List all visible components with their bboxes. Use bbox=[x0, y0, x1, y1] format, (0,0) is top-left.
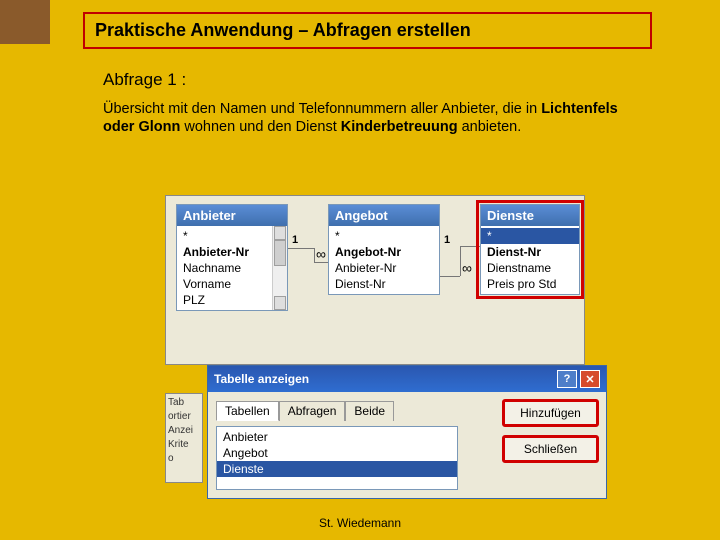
footer-author: St. Wiedemann bbox=[0, 516, 720, 530]
field-item[interactable]: Dienst-Nr bbox=[329, 276, 439, 292]
text-leading: Übersicht mit den Namen und Telefonnumme… bbox=[103, 101, 541, 117]
field-item[interactable]: Dienst-Nr bbox=[481, 244, 579, 260]
table-anbieter-fields: * Anbieter-Nr Nachname Vorname PLZ bbox=[177, 226, 287, 310]
dialog-title: Tabelle anzeigen bbox=[214, 372, 309, 386]
grid-label: Krite bbox=[168, 438, 200, 452]
tab-both[interactable]: Beide bbox=[345, 401, 394, 421]
table-anbieter[interactable]: Anbieter * Anbieter-Nr Nachname Vorname … bbox=[176, 204, 288, 311]
field-item[interactable]: * bbox=[481, 228, 579, 244]
join-line bbox=[314, 262, 328, 263]
grid-label: Anzei bbox=[168, 424, 200, 438]
join-line bbox=[460, 246, 480, 247]
text-mid: wohnen und den Dienst bbox=[180, 119, 340, 135]
slide-title: Praktische Anwendung – Abfragen erstelle… bbox=[83, 12, 652, 49]
grid-label: Tab bbox=[168, 396, 200, 410]
field-item[interactable]: Dienstname bbox=[481, 260, 579, 276]
screenshot: Anbieter * Anbieter-Nr Nachname Vorname … bbox=[165, 195, 645, 505]
cardinality-infinity: ∞ bbox=[462, 260, 472, 276]
design-grid-edge: Tab ortier Anzei Krite o bbox=[165, 393, 203, 483]
cardinality-infinity: ∞ bbox=[316, 246, 326, 262]
table-dienste[interactable]: Dienste * Dienst-Nr Dienstname Preis pro… bbox=[480, 204, 580, 295]
field-item[interactable]: Angebot-Nr bbox=[329, 244, 439, 260]
slide: Praktische Anwendung – Abfragen erstelle… bbox=[0, 0, 720, 540]
tables-listbox[interactable]: Anbieter Angebot Dienste bbox=[216, 426, 458, 490]
grid-label: o bbox=[168, 452, 200, 466]
field-item[interactable]: Preis pro Std bbox=[481, 276, 579, 292]
dialog-tabs: Tabellen Abfragen Beide bbox=[216, 400, 493, 420]
close-button[interactable]: Schließen bbox=[503, 436, 598, 462]
table-dienste-fields: * Dienst-Nr Dienstname Preis pro Std bbox=[481, 226, 579, 294]
tab-tables[interactable]: Tabellen bbox=[216, 401, 279, 421]
query-design-canvas: Anbieter * Anbieter-Nr Nachname Vorname … bbox=[165, 195, 585, 365]
list-item[interactable]: Dienste bbox=[217, 461, 457, 477]
table-anbieter-title: Anbieter bbox=[177, 205, 287, 226]
join-line bbox=[288, 248, 314, 249]
help-icon[interactable]: ? bbox=[557, 370, 577, 388]
text-service: Kinderbetreuung bbox=[341, 119, 458, 135]
add-button[interactable]: Hinzufügen bbox=[503, 400, 598, 426]
table-dienste-title: Dienste bbox=[481, 205, 579, 226]
tab-queries[interactable]: Abfragen bbox=[279, 401, 346, 421]
join-line bbox=[440, 276, 460, 277]
scrollbar[interactable] bbox=[272, 226, 287, 310]
field-item[interactable]: PLZ bbox=[177, 292, 287, 308]
field-item[interactable]: Nachname bbox=[177, 260, 287, 276]
cardinality-one: 1 bbox=[292, 234, 298, 246]
field-item[interactable]: Anbieter-Nr bbox=[329, 260, 439, 276]
content-block: Abfrage 1 : Übersicht mit den Namen und … bbox=[103, 70, 633, 144]
join-line bbox=[314, 248, 315, 262]
grid-label: ortier bbox=[168, 410, 200, 424]
cardinality-one: 1 bbox=[444, 234, 450, 246]
list-item[interactable]: Anbieter bbox=[217, 429, 457, 445]
table-angebot[interactable]: Angebot * Angebot-Nr Anbieter-Nr Dienst-… bbox=[328, 204, 440, 295]
text-trailing: anbieten. bbox=[458, 119, 522, 135]
dialog-titlebar[interactable]: Tabelle anzeigen ? ✕ bbox=[208, 366, 606, 392]
list-item[interactable]: Angebot bbox=[217, 445, 457, 461]
show-table-dialog[interactable]: Tabelle anzeigen ? ✕ Tabellen Abfragen B… bbox=[207, 365, 607, 499]
query-heading: Abfrage 1 : bbox=[103, 70, 633, 90]
join-line bbox=[460, 246, 461, 276]
close-icon[interactable]: ✕ bbox=[580, 370, 600, 388]
field-item[interactable]: * bbox=[329, 228, 439, 244]
field-item[interactable]: Vorname bbox=[177, 276, 287, 292]
field-item[interactable]: Anbieter-Nr bbox=[177, 244, 287, 260]
table-angebot-fields: * Angebot-Nr Anbieter-Nr Dienst-Nr bbox=[329, 226, 439, 294]
field-item[interactable]: * bbox=[177, 228, 287, 244]
query-description: Übersicht mit den Namen und Telefonnumme… bbox=[103, 100, 633, 136]
table-angebot-title: Angebot bbox=[329, 205, 439, 226]
